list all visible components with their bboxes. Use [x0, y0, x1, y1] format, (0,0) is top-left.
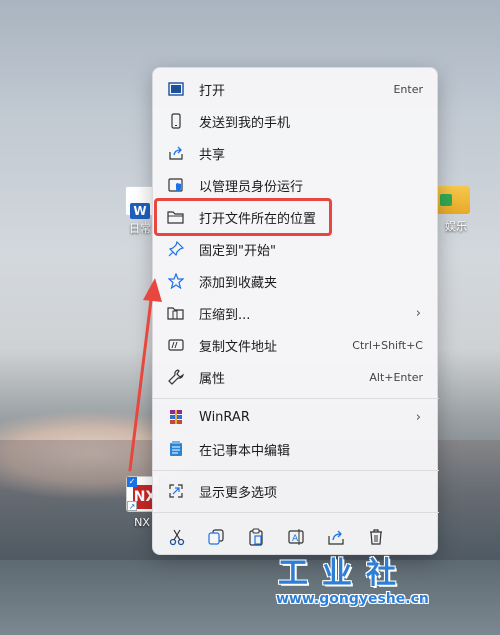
menu-item-shortcut: Ctrl+Shift+C: [352, 338, 423, 352]
menu-item-properties[interactable]: 属性 Alt+Enter: [159, 362, 431, 392]
svg-text:A: A: [292, 534, 299, 544]
folder-outline-icon: [167, 208, 185, 226]
desktop-icon-label: 娱乐: [445, 220, 467, 233]
menu-item-show-more-options[interactable]: 显示更多选项: [159, 476, 431, 506]
menu-item-send-to-phone[interactable]: 发送到我的手机: [159, 106, 431, 136]
menu-item-winrar[interactable]: WinRAR ›: [159, 402, 431, 432]
menu-item-shortcut: Alt+Enter: [369, 370, 423, 384]
menu-item-label: 以管理员身份运行: [199, 179, 304, 195]
word-doc-icon: W: [125, 186, 155, 219]
menu-item-label: WinRAR: [199, 409, 250, 425]
context-menu: 打开 Enter 发送到我的手机 共享 以管理员身份运行 打开文件所在的位置 固…: [152, 67, 439, 555]
menu-item-copy-path[interactable]: 复制文件地址 Ctrl+Shift+C: [159, 330, 431, 360]
phone-icon: [167, 112, 185, 130]
paste-icon[interactable]: [243, 524, 269, 550]
menu-item-label: 添加到收藏夹: [199, 275, 278, 291]
share-icon: [167, 144, 185, 162]
checkbox-icon: ✓: [127, 477, 137, 487]
menu-item-label: 打开文件所在的位置: [199, 211, 317, 227]
menu-item-open[interactable]: 打开 Enter: [159, 74, 431, 104]
copy-icon[interactable]: [203, 524, 229, 550]
menu-item-label: 固定到"开始": [199, 243, 276, 259]
menu-item-label: 显示更多选项: [199, 485, 278, 501]
shortcut-arrow-icon: ↗: [127, 501, 137, 511]
menu-item-label: 共享: [199, 147, 226, 163]
menu-item-label: 打开: [199, 83, 226, 99]
watermark-url: www.gongyeshe.cn: [276, 591, 429, 607]
menu-item-label: 压缩到...: [199, 307, 251, 323]
menu-item-add-to-favorites[interactable]: 添加到收藏夹: [159, 266, 431, 296]
menu-item-run-as-admin[interactable]: 以管理员身份运行: [159, 170, 431, 200]
open-app-icon: [167, 80, 185, 98]
cut-icon[interactable]: [164, 524, 190, 550]
chevron-right-icon: ›: [415, 409, 421, 425]
menu-item-compress[interactable]: 压缩到... ›: [159, 298, 431, 328]
zip-icon: [167, 304, 185, 322]
menu-divider: [153, 470, 439, 471]
menu-item-label: 复制文件地址: [199, 339, 278, 355]
wrench-icon: [167, 368, 185, 386]
menu-item-share[interactable]: 共享: [159, 138, 431, 168]
winrar-icon: [167, 408, 185, 426]
chevron-right-icon: ›: [415, 305, 421, 321]
menu-item-pin-to-start[interactable]: 固定到"开始": [159, 234, 431, 264]
rename-icon[interactable]: A: [283, 524, 309, 550]
star-icon: [167, 272, 185, 290]
menu-divider: [153, 512, 439, 513]
menu-item-open-file-location[interactable]: 打开文件所在的位置: [159, 202, 431, 232]
admin-shield-icon: [167, 176, 185, 194]
delete-icon[interactable]: [363, 524, 389, 550]
menu-item-label: 在记事本中编辑: [199, 443, 291, 459]
folder-icon: [434, 186, 470, 214]
copy-path-icon: [167, 336, 185, 354]
more-options-icon: [167, 482, 185, 500]
menu-divider: [153, 398, 439, 399]
notepad-icon: [167, 440, 185, 458]
menu-item-edit-in-notepad[interactable]: 在记事本中编辑: [159, 434, 431, 464]
pin-icon: [167, 240, 185, 258]
desktop-icon-folder[interactable]: 娱乐: [434, 186, 478, 234]
menu-item-label: 发送到我的手机: [199, 115, 291, 131]
share-icon[interactable]: [323, 524, 349, 550]
watermark-title: 工业社: [278, 556, 410, 591]
menu-item-shortcut: Enter: [393, 82, 423, 96]
menu-item-label: 属性: [199, 371, 226, 387]
